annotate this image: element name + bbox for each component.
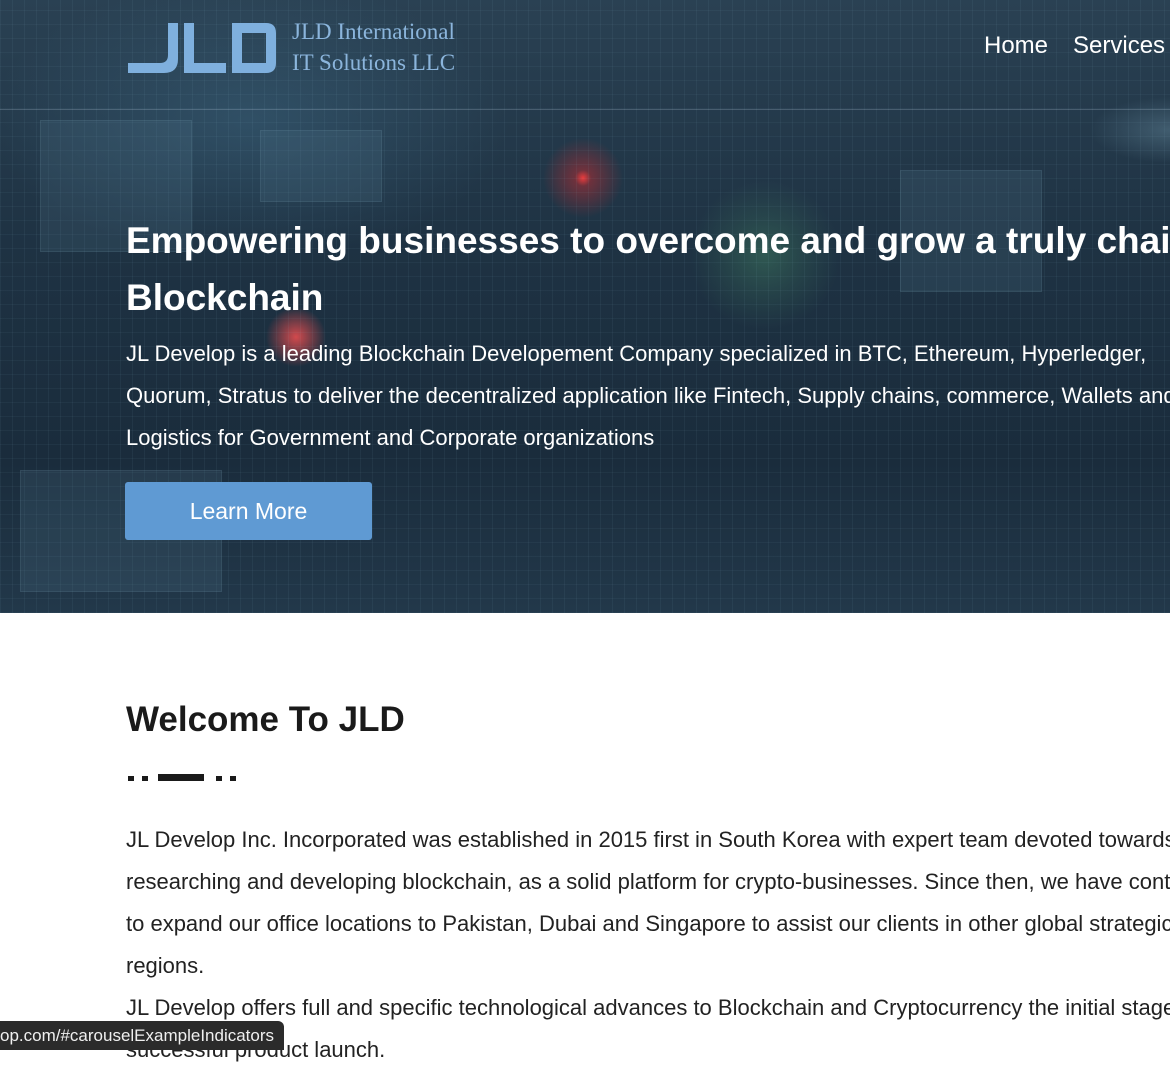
learn-more-button[interactable]: Learn More: [125, 482, 372, 540]
welcome-paragraph-1: JL Develop Inc. Incorporated was establi…: [126, 827, 1170, 978]
hero-description: JL Develop is a leading Blockchain Devel…: [126, 341, 1170, 450]
brand-logo[interactable]: JLD International IT Solutions LLC: [126, 16, 455, 78]
nav-home[interactable]: Home: [984, 30, 1048, 62]
hero-banner: JLD International IT Solutions LLC Home …: [0, 0, 1170, 613]
hero-decor-block: [260, 130, 382, 202]
jld-logo-icon: [128, 23, 276, 73]
nav-divider: [0, 109, 1170, 110]
nav-services[interactable]: Services: [1073, 30, 1165, 62]
brand-name: JLD International IT Solutions LLC: [292, 16, 455, 78]
brand-line-2: IT Solutions LLC: [292, 50, 456, 75]
browser-status-url: op.com/#carouselExampleIndicators: [0, 1021, 285, 1050]
brand-line-1: JLD International: [292, 19, 455, 44]
hero-title: Empowering businesses to overcome and gr…: [126, 220, 1170, 318]
title-divider-icon: [128, 774, 236, 781]
main-nav: Home Services: [984, 30, 1165, 62]
welcome-title: Welcome To JLD: [126, 700, 405, 739]
